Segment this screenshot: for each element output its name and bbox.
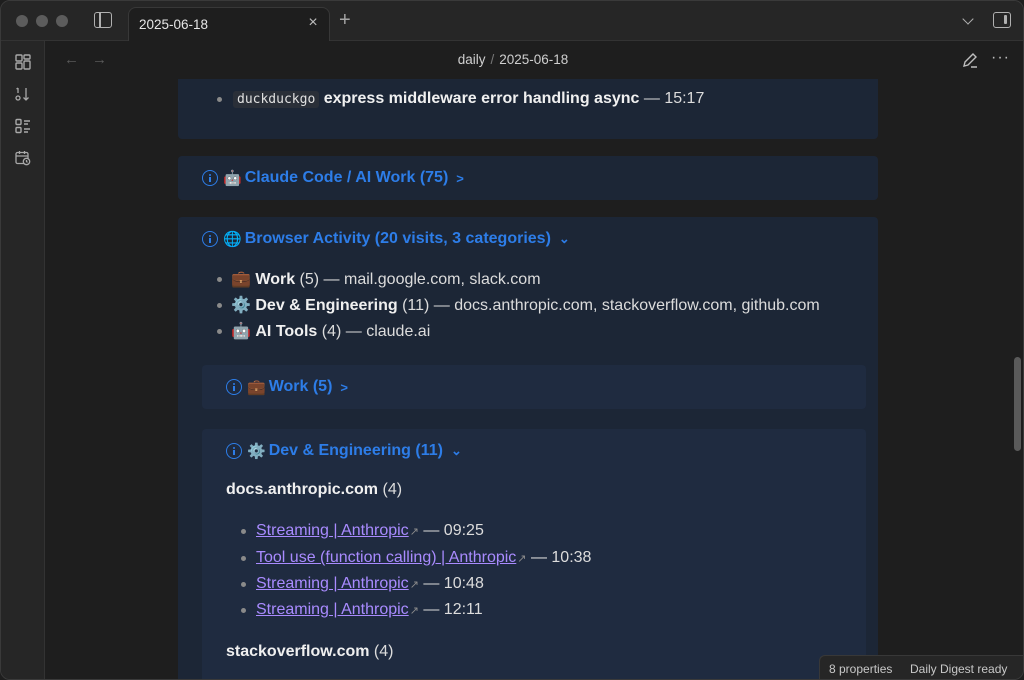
gear-icon: ⚙️ — [231, 297, 251, 314]
info-icon — [202, 231, 218, 247]
calendar-clock-icon[interactable] — [15, 150, 31, 166]
app-window: 2025-06-18 × + ← → ··· daily/2025-06-18 … — [0, 0, 1024, 680]
breadcrumb-separator: / — [490, 52, 495, 67]
globe-icon: 🌐 — [223, 231, 242, 248]
list-bullet — [241, 529, 246, 534]
category-name: Dev & Engineering — [255, 297, 398, 314]
dev-callout-label: Dev & Engineering (11) — [268, 442, 443, 459]
external-link-icon: ↗ — [409, 526, 419, 538]
list-bullet — [241, 582, 246, 587]
domain-count: (4) — [382, 481, 403, 498]
sort-numeric-icon[interactable] — [15, 86, 31, 102]
search-list-item: duckduckgo express middleware error hand… — [233, 90, 704, 108]
breadcrumb-folder[interactable]: daily — [458, 52, 486, 67]
gear-icon: ⚙️ — [247, 443, 266, 460]
link-item: Tool use (function calling) | Anthropic↗… — [256, 549, 591, 567]
info-icon — [226, 443, 242, 459]
category-domains: — docs.anthropic.com, stackoverflow.com,… — [429, 297, 820, 314]
search-time: — 15:17 — [639, 90, 705, 107]
page-link[interactable]: Streaming | Anthropic — [256, 575, 409, 592]
list-bullet — [217, 303, 222, 308]
browser-category-item: 💼 Work (5) — mail.google.com, slack.com — [231, 269, 541, 289]
category-domains: — mail.google.com, slack.com — [319, 271, 541, 288]
window-close-button[interactable] — [16, 15, 28, 27]
list-bullet — [241, 556, 246, 561]
chevron-right-icon[interactable]: > — [456, 171, 464, 186]
external-link-icon: ↗ — [409, 605, 419, 617]
claude-callout-title[interactable]: 🤖 Claude Code / AI Work (75) > — [202, 169, 464, 187]
category-count: (4) — [321, 323, 342, 340]
robot-icon: 🤖 — [223, 170, 242, 187]
search-callout — [178, 79, 878, 139]
domain-name: stackoverflow.com — [226, 643, 370, 660]
status-digest: Daily Digest ready — [910, 662, 1008, 676]
page-link[interactable]: Tool use (function calling) | Anthropic — [256, 549, 516, 566]
domain-heading: stackoverflow.com (4) — [226, 643, 393, 661]
dev-callout-title[interactable]: ⚙️ Dev & Engineering (11) ⌄ — [226, 442, 462, 460]
work-callout-label: Work (5) — [268, 378, 333, 395]
robot-icon: 🤖 — [231, 323, 251, 340]
tab-list-chevron-icon[interactable] — [963, 15, 973, 25]
breadcrumb: daily / 2025-06-18 — [1, 52, 1023, 67]
category-name: Work — [255, 271, 296, 288]
link-item: Streaming | Anthropic↗ — 09:25 — [256, 522, 484, 540]
domain-heading: docs.anthropic.com (4) — [226, 481, 402, 499]
right-sidebar-toggle-icon[interactable] — [993, 12, 1011, 28]
link-time: — 10:48 — [418, 575, 484, 592]
breadcrumb-file[interactable]: 2025-06-18 — [499, 52, 568, 67]
link-time: — 09:25 — [418, 522, 484, 539]
note-content: duckduckgo express middleware error hand… — [45, 79, 1013, 679]
list-icon[interactable] — [15, 118, 31, 134]
browser-callout-label: Browser Activity (20 visits, 3 categorie… — [244, 230, 551, 247]
window-minimize-button[interactable] — [36, 15, 48, 27]
domain-name: docs.anthropic.com — [226, 481, 379, 498]
category-name: AI Tools — [255, 323, 318, 340]
chevron-down-icon[interactable]: ⌄ — [451, 443, 462, 459]
info-icon — [202, 170, 218, 186]
external-link-icon: ↗ — [409, 579, 419, 591]
browser-category-item: ⚙️ Dev & Engineering (11) — docs.anthrop… — [231, 295, 820, 315]
window-maximize-button[interactable] — [56, 15, 68, 27]
tab-title: 2025-06-18 — [139, 17, 209, 32]
category-domains: — claude.ai — [341, 323, 431, 340]
domain-count: (4) — [373, 643, 394, 660]
briefcase-icon: 💼 — [231, 271, 251, 288]
external-link-icon: ↗ — [517, 553, 527, 565]
left-sidebar-toggle-icon[interactable] — [94, 12, 112, 28]
list-bullet — [241, 608, 246, 613]
work-callout-title[interactable]: 💼 Work (5) > — [226, 378, 348, 396]
list-bullet — [217, 97, 222, 102]
list-bullet — [217, 277, 222, 282]
tab-active[interactable]: 2025-06-18 × — [128, 7, 330, 41]
search-engine-code: duckduckgo — [233, 91, 320, 108]
browser-category-item: 🤖 AI Tools (4) — claude.ai — [231, 321, 430, 341]
page-link[interactable]: Streaming | Anthropic — [256, 522, 409, 539]
status-bar: 8 properties Daily Digest ready — [819, 655, 1023, 679]
info-icon — [226, 379, 242, 395]
new-tab-icon[interactable]: + — [339, 10, 351, 30]
category-count: (5) — [299, 271, 320, 288]
browser-callout-title[interactable]: 🌐 Browser Activity (20 visits, 3 categor… — [202, 230, 570, 248]
link-item: Streaming | Anthropic↗ — 10:48 — [256, 575, 484, 593]
claude-callout-label: Claude Code / AI Work (75) — [244, 169, 449, 186]
briefcase-icon: 💼 — [247, 379, 266, 396]
status-properties[interactable]: 8 properties — [829, 662, 892, 676]
link-time: — 10:38 — [526, 549, 592, 566]
vertical-scrollbar[interactable] — [1014, 357, 1021, 451]
left-ribbon — [1, 41, 45, 679]
link-item: Streaming | Anthropic↗ — 12:11 — [256, 601, 483, 619]
page-link[interactable]: Streaming | Anthropic — [256, 601, 409, 618]
tab-close-icon[interactable]: × — [305, 15, 321, 31]
search-query: express middleware error handling async — [323, 90, 640, 107]
chevron-right-icon[interactable]: > — [340, 380, 348, 395]
chevron-down-icon[interactable]: ⌄ — [559, 231, 570, 247]
list-bullet — [217, 329, 222, 334]
title-bar: 2025-06-18 × + — [1, 1, 1023, 41]
link-time: — 12:11 — [418, 601, 483, 618]
category-count: (11) — [402, 297, 430, 314]
